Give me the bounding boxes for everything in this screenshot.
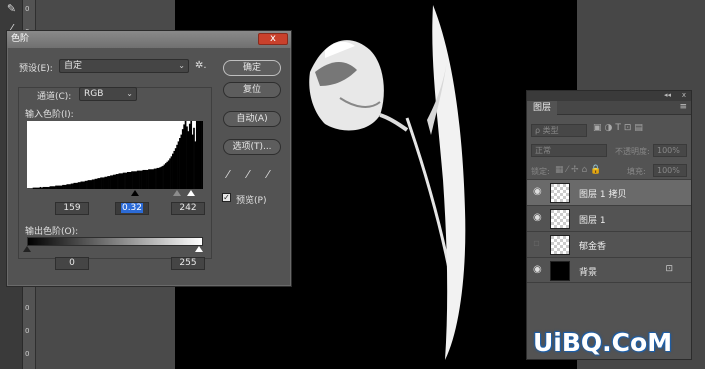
layer-name: 背景 <box>579 268 598 278</box>
layer-name: 图层 1 拷贝 <box>579 190 627 200</box>
channel-select[interactable]: RGB ⌄ <box>79 87 137 101</box>
layer-thumbnail <box>550 261 570 281</box>
eye-icon[interactable]: ◉ <box>533 264 542 275</box>
layer-name: 郁金香 <box>579 242 607 252</box>
preview-label: 预览(P) <box>236 196 267 206</box>
layers-panel: ◂◂ x 图层 ≡ ρ 类型 ▣◑T⊡▤ 正常 不透明度: 100% 锁定: ▦… <box>526 90 692 360</box>
channel-label: 通道(C): <box>37 92 72 102</box>
layers-panel-header: 图层 ≡ <box>527 101 691 115</box>
tab-layers[interactable]: 图层 <box>527 101 558 115</box>
preset-select[interactable]: 自定 ⌄ <box>59 59 189 73</box>
kind-filter[interactable]: ρ 类型 <box>531 124 587 137</box>
opacity-field[interactable]: 100% <box>653 144 687 157</box>
ok-button[interactable]: 确定 <box>223 60 281 76</box>
lock-icons[interactable]: ▦⁄✢⌂🔒 <box>555 165 604 175</box>
input-white-slider[interactable] <box>187 190 195 196</box>
output-gradient <box>27 237 203 246</box>
output-white-field[interactable]: 255 <box>171 257 205 270</box>
panel-top-bar: ◂◂ x <box>527 91 691 101</box>
dialog-title: 色阶 <box>11 34 30 44</box>
collapse-icon[interactable]: ◂◂ <box>664 91 671 99</box>
layer-thumbnail <box>550 209 570 229</box>
filter-icons[interactable]: ▣◑T⊡▤ <box>593 123 646 133</box>
histogram-bar <box>201 121 204 189</box>
levels-dialog: 色阶 x 预设(E): 自定 ⌄ ✲. 通道(C): RGB ⌄ 输入色阶(I): … <box>6 30 292 287</box>
white-eyedropper-icon[interactable]: ⁄ <box>267 168 269 181</box>
fill-label: 填充: <box>627 167 646 176</box>
preset-value: 自定 <box>64 61 83 71</box>
lock-icon: ⊡ <box>665 264 673 274</box>
opacity-label: 不透明度: <box>615 147 650 156</box>
eye-icon[interactable]: ◉ <box>533 212 542 223</box>
ruler-mark: 0 <box>25 5 30 13</box>
layer-name: 图层 1 <box>579 216 606 226</box>
watermark: UiBQ.CoM <box>533 328 673 357</box>
input-midtone-slider[interactable] <box>173 190 181 196</box>
input-white-field[interactable]: 242 <box>171 202 205 215</box>
panel-menu-icon[interactable]: ≡ <box>679 102 687 112</box>
input-black-slider[interactable] <box>131 190 139 196</box>
input-levels-label: 输入色阶(I): <box>25 110 74 120</box>
ruler-mark: 0 <box>25 304 30 312</box>
reset-button[interactable]: 复位 <box>223 82 281 98</box>
layer-row[interactable]: ◉ 背景 ⊡ <box>527 257 691 283</box>
ruler-mark: 0 <box>25 350 30 358</box>
histogram <box>27 121 204 189</box>
lock-label: 锁定: <box>531 167 550 176</box>
eyedropper-tool-icon[interactable]: ✎ <box>2 0 21 18</box>
ruler-mark: 0 <box>25 327 30 335</box>
channel-value: RGB <box>84 89 104 99</box>
options-button[interactable]: 选项(T)... <box>223 139 281 155</box>
histogram-graph <box>27 121 204 189</box>
layer-row[interactable]: ▫ 郁金香 <box>527 231 691 257</box>
close-panel-icon[interactable]: x <box>682 91 686 99</box>
chevron-down-icon: ⌄ <box>126 89 133 98</box>
output-black-slider[interactable] <box>23 246 31 252</box>
output-white-slider[interactable] <box>195 246 203 252</box>
output-black-field[interactable]: 0 <box>55 257 89 270</box>
preset-label: 预设(E): <box>19 64 53 74</box>
eye-icon[interactable]: ◉ <box>533 186 542 197</box>
layer-row[interactable]: ◉ 图层 1 <box>527 205 691 231</box>
close-button[interactable]: x <box>258 33 288 45</box>
gear-icon[interactable]: ✲. <box>195 60 207 71</box>
eye-hidden-icon[interactable]: ▫ <box>533 238 540 249</box>
fill-field[interactable]: 100% <box>653 164 687 177</box>
input-midtone-field[interactable]: 0.32 <box>115 202 149 215</box>
blend-mode-select[interactable]: 正常 <box>531 144 607 157</box>
dialog-title-bar[interactable]: 色阶 x <box>7 31 291 48</box>
input-black-field[interactable]: 159 <box>55 202 89 215</box>
black-eyedropper-icon[interactable]: ⁄ <box>227 168 229 181</box>
gray-eyedropper-icon[interactable]: ⁄ <box>247 168 249 181</box>
auto-button[interactable]: 自动(A) <box>223 111 281 127</box>
chevron-down-icon: ⌄ <box>178 61 185 70</box>
preview-checkbox[interactable]: ✓ <box>222 193 231 202</box>
output-levels-label: 输出色阶(O): <box>25 227 79 237</box>
layer-thumbnail <box>550 183 570 203</box>
layer-row[interactable]: ◉ 图层 1 拷贝 <box>527 179 691 205</box>
layer-thumbnail <box>550 235 570 255</box>
